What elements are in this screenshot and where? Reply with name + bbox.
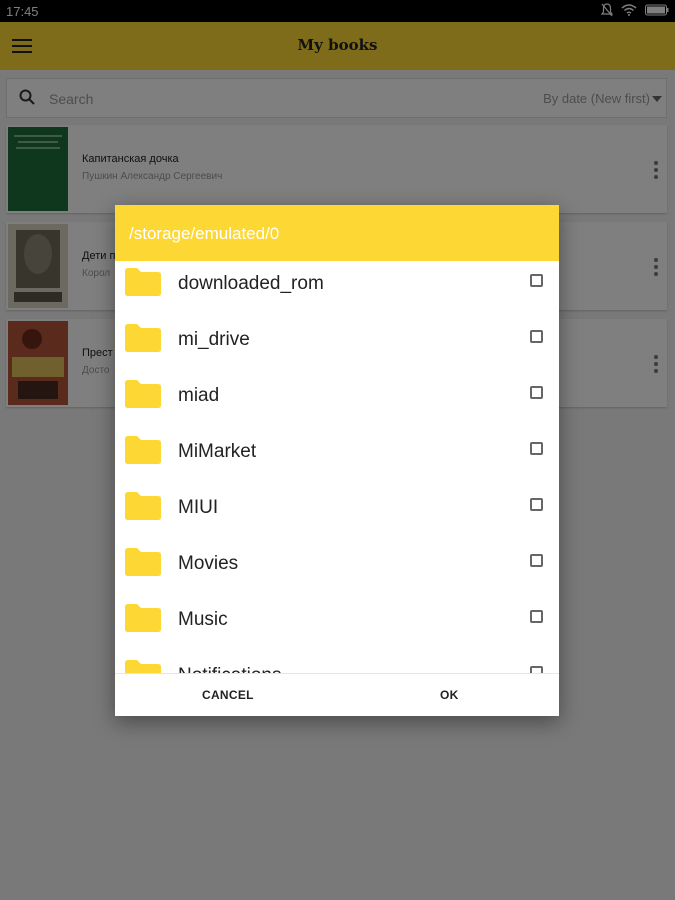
folder-icon xyxy=(125,492,161,520)
folder-checkbox[interactable] xyxy=(530,274,543,287)
folder-checkbox[interactable] xyxy=(530,554,543,567)
folder-checkbox[interactable] xyxy=(530,386,543,399)
folder-name: Notifications xyxy=(178,665,282,673)
folder-checkbox[interactable] xyxy=(530,610,543,623)
folder-row[interactable]: MIUI xyxy=(115,485,559,541)
folder-name: MIUI xyxy=(178,497,219,518)
current-path: /storage/emulated/0 xyxy=(129,224,280,243)
folder-icon xyxy=(125,604,161,632)
folder-name: Movies xyxy=(178,553,239,574)
folder-row[interactable]: Music xyxy=(115,597,559,653)
folder-name: downloaded_rom xyxy=(178,273,324,294)
folder-name: Music xyxy=(178,609,228,630)
folder-name: mi_drive xyxy=(178,329,250,350)
folder-row[interactable]: Notifications xyxy=(115,653,559,673)
folder-icon xyxy=(125,324,161,352)
folder-icon xyxy=(125,548,161,576)
folder-row[interactable]: MiMarket xyxy=(115,429,559,485)
folder-checkbox[interactable] xyxy=(530,330,543,343)
folder-row[interactable]: downloaded_rom xyxy=(115,261,559,317)
folder-row[interactable]: Movies xyxy=(115,541,559,597)
folder-icon xyxy=(125,660,161,673)
folder-checkbox[interactable] xyxy=(530,666,543,673)
dialog-actions: CANCEL OK xyxy=(115,673,559,716)
folder-checkbox[interactable] xyxy=(530,498,543,511)
folder-list[interactable]: downloaded_rom mi_drive miad MiMarket MI… xyxy=(115,261,559,673)
folder-name: miad xyxy=(178,385,220,406)
folder-checkbox[interactable] xyxy=(530,442,543,455)
ok-button[interactable]: OK xyxy=(440,688,459,702)
folder-row[interactable]: mi_drive xyxy=(115,317,559,373)
folder-picker-dialog: /storage/emulated/0 downloaded_rom mi_dr… xyxy=(115,205,559,716)
folder-name: MiMarket xyxy=(178,441,257,462)
cancel-button[interactable]: CANCEL xyxy=(202,688,254,702)
folder-icon xyxy=(125,380,161,408)
dialog-header: /storage/emulated/0 xyxy=(115,205,559,261)
folder-icon xyxy=(125,436,161,464)
folder-icon xyxy=(125,268,161,296)
folder-row[interactable]: miad xyxy=(115,373,559,429)
